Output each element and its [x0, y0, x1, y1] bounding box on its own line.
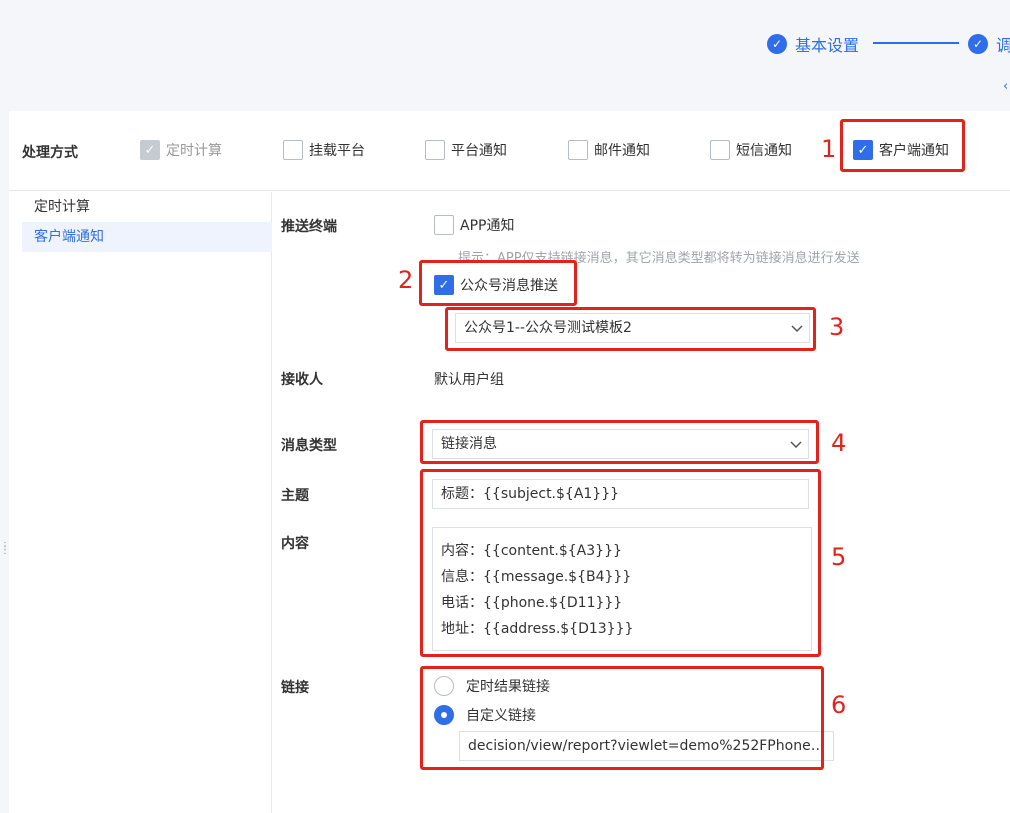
subject-label: 主题 — [281, 488, 309, 504]
checkbox-icon[interactable] — [425, 140, 445, 160]
content-line: 信息：{{message.${B4}}} — [441, 569, 632, 585]
option-label: 公众号消息推送 — [460, 278, 558, 294]
push-terminal-label: 推送终端 — [281, 219, 337, 235]
annotation-number-3: 3 — [829, 313, 845, 341]
radio-custom-link[interactable]: 自定义链接 — [434, 705, 536, 725]
check-circle-icon: ✓ — [968, 34, 988, 54]
select-value: 链接消息 — [441, 436, 497, 452]
option-sms-notify[interactable]: 短信通知 — [710, 140, 792, 160]
option-label: 挂载平台 — [309, 143, 365, 159]
processing-mode-title: 处理方式 — [22, 145, 78, 161]
select-value: 公众号1--公众号测试模板2 — [464, 320, 632, 336]
radio-icon[interactable] — [434, 676, 454, 696]
option-label: 客户端通知 — [879, 143, 949, 159]
receiver-label: 接收人 — [281, 372, 323, 388]
radio-selected-icon[interactable] — [434, 705, 454, 725]
step-label: 调 — [996, 36, 1010, 55]
option-email-notify[interactable]: 邮件通知 — [568, 140, 650, 160]
checkbox-icon[interactable] — [434, 215, 454, 235]
annotation-number-2: 2 — [398, 266, 414, 294]
message-type-select[interactable]: 链接消息 — [432, 429, 809, 459]
checkbox-icon[interactable] — [283, 140, 303, 160]
step-next[interactable]: ✓ 调 — [968, 32, 1010, 56]
chevron-down-icon — [791, 325, 803, 333]
content-line: 内容：{{content.${A3}}} — [441, 543, 622, 559]
annotation-number-5: 5 — [831, 543, 847, 571]
content-line: 地址：{{address.${D13}}} — [441, 621, 634, 637]
option-scheduled-calc: ✓ 定时计算 — [140, 140, 222, 160]
content-line: 电话：{{phone.${D11}}} — [441, 595, 623, 611]
app-notify-option[interactable]: APP通知 — [434, 215, 514, 235]
content-label: 内容 — [281, 536, 309, 552]
sidebar: 定时计算 客户端通知 — [9, 192, 272, 813]
message-type-label: 消息类型 — [281, 438, 337, 454]
radio-label: 定时结果链接 — [466, 679, 550, 695]
option-label: 平台通知 — [451, 143, 507, 159]
checkbox-icon[interactable] — [568, 140, 588, 160]
radio-schedule-result-link[interactable]: 定时结果链接 — [434, 676, 550, 696]
chevron-down-icon — [790, 441, 802, 449]
template-select[interactable]: 公众号1--公众号测试模板2 — [455, 313, 810, 343]
chevron-left-icon[interactable]: ‹ — [1003, 79, 1008, 94]
main-panel: 处理方式 ✓ 定时计算 挂载平台 平台通知 邮件通知 短信通知 ✓ 客户端通知 … — [9, 111, 1010, 813]
annotation-number-1: 1 — [821, 135, 837, 163]
sidebar-item-client-notify[interactable]: 客户端通知 — [22, 222, 272, 252]
checkbox-icon[interactable] — [710, 140, 730, 160]
option-mount-platform[interactable]: 挂载平台 — [283, 140, 365, 160]
app-hint-text: 提示：APP仅支持链接消息，其它消息类型都将转为链接消息进行发送 — [458, 251, 860, 266]
radio-label: 自定义链接 — [466, 708, 536, 724]
check-circle-icon: ✓ — [767, 34, 787, 54]
wechat-push-option[interactable]: ✓ 公众号消息推送 — [434, 275, 558, 295]
step-label: 基本设置 — [795, 36, 860, 55]
step-connector — [873, 42, 959, 44]
processing-mode-row: 处理方式 ✓ 定时计算 挂载平台 平台通知 邮件通知 短信通知 ✓ 客户端通知 — [9, 111, 1010, 191]
top-step-bar: ✓ 基本设置 ✓ 调 ‹ — [0, 0, 1010, 111]
drag-handle-icon[interactable]: ⋮ ⋮ — [0, 542, 10, 556]
checkbox-checked-icon[interactable]: ✓ — [434, 275, 454, 295]
option-label: 邮件通知 — [594, 143, 650, 159]
option-label: 短信通知 — [736, 143, 792, 159]
option-platform-notify[interactable]: 平台通知 — [425, 140, 507, 160]
content-textarea[interactable]: 内容：{{content.${A3}}} 信息：{{message.${B4}}… — [432, 527, 812, 651]
option-label: APP通知 — [460, 218, 515, 234]
custom-link-input[interactable]: decision/view/report?viewlet=demo%252FPh… — [459, 731, 834, 761]
option-client-notify[interactable]: ✓ 客户端通知 — [853, 140, 949, 160]
checkbox-checked-icon: ✓ — [140, 140, 160, 160]
step-basic-settings[interactable]: ✓ 基本设置 — [767, 32, 859, 56]
annotation-number-6: 6 — [831, 691, 847, 719]
receiver-value: 默认用户组 — [434, 372, 504, 388]
sidebar-item-scheduled-calc[interactable]: 定时计算 — [22, 192, 272, 222]
annotation-number-4: 4 — [831, 429, 847, 457]
checkbox-checked-icon[interactable]: ✓ — [853, 140, 873, 160]
subject-input[interactable]: 标题：{{subject.${A1}}} — [432, 479, 809, 509]
option-label: 定时计算 — [166, 143, 222, 159]
link-label: 链接 — [281, 680, 309, 696]
